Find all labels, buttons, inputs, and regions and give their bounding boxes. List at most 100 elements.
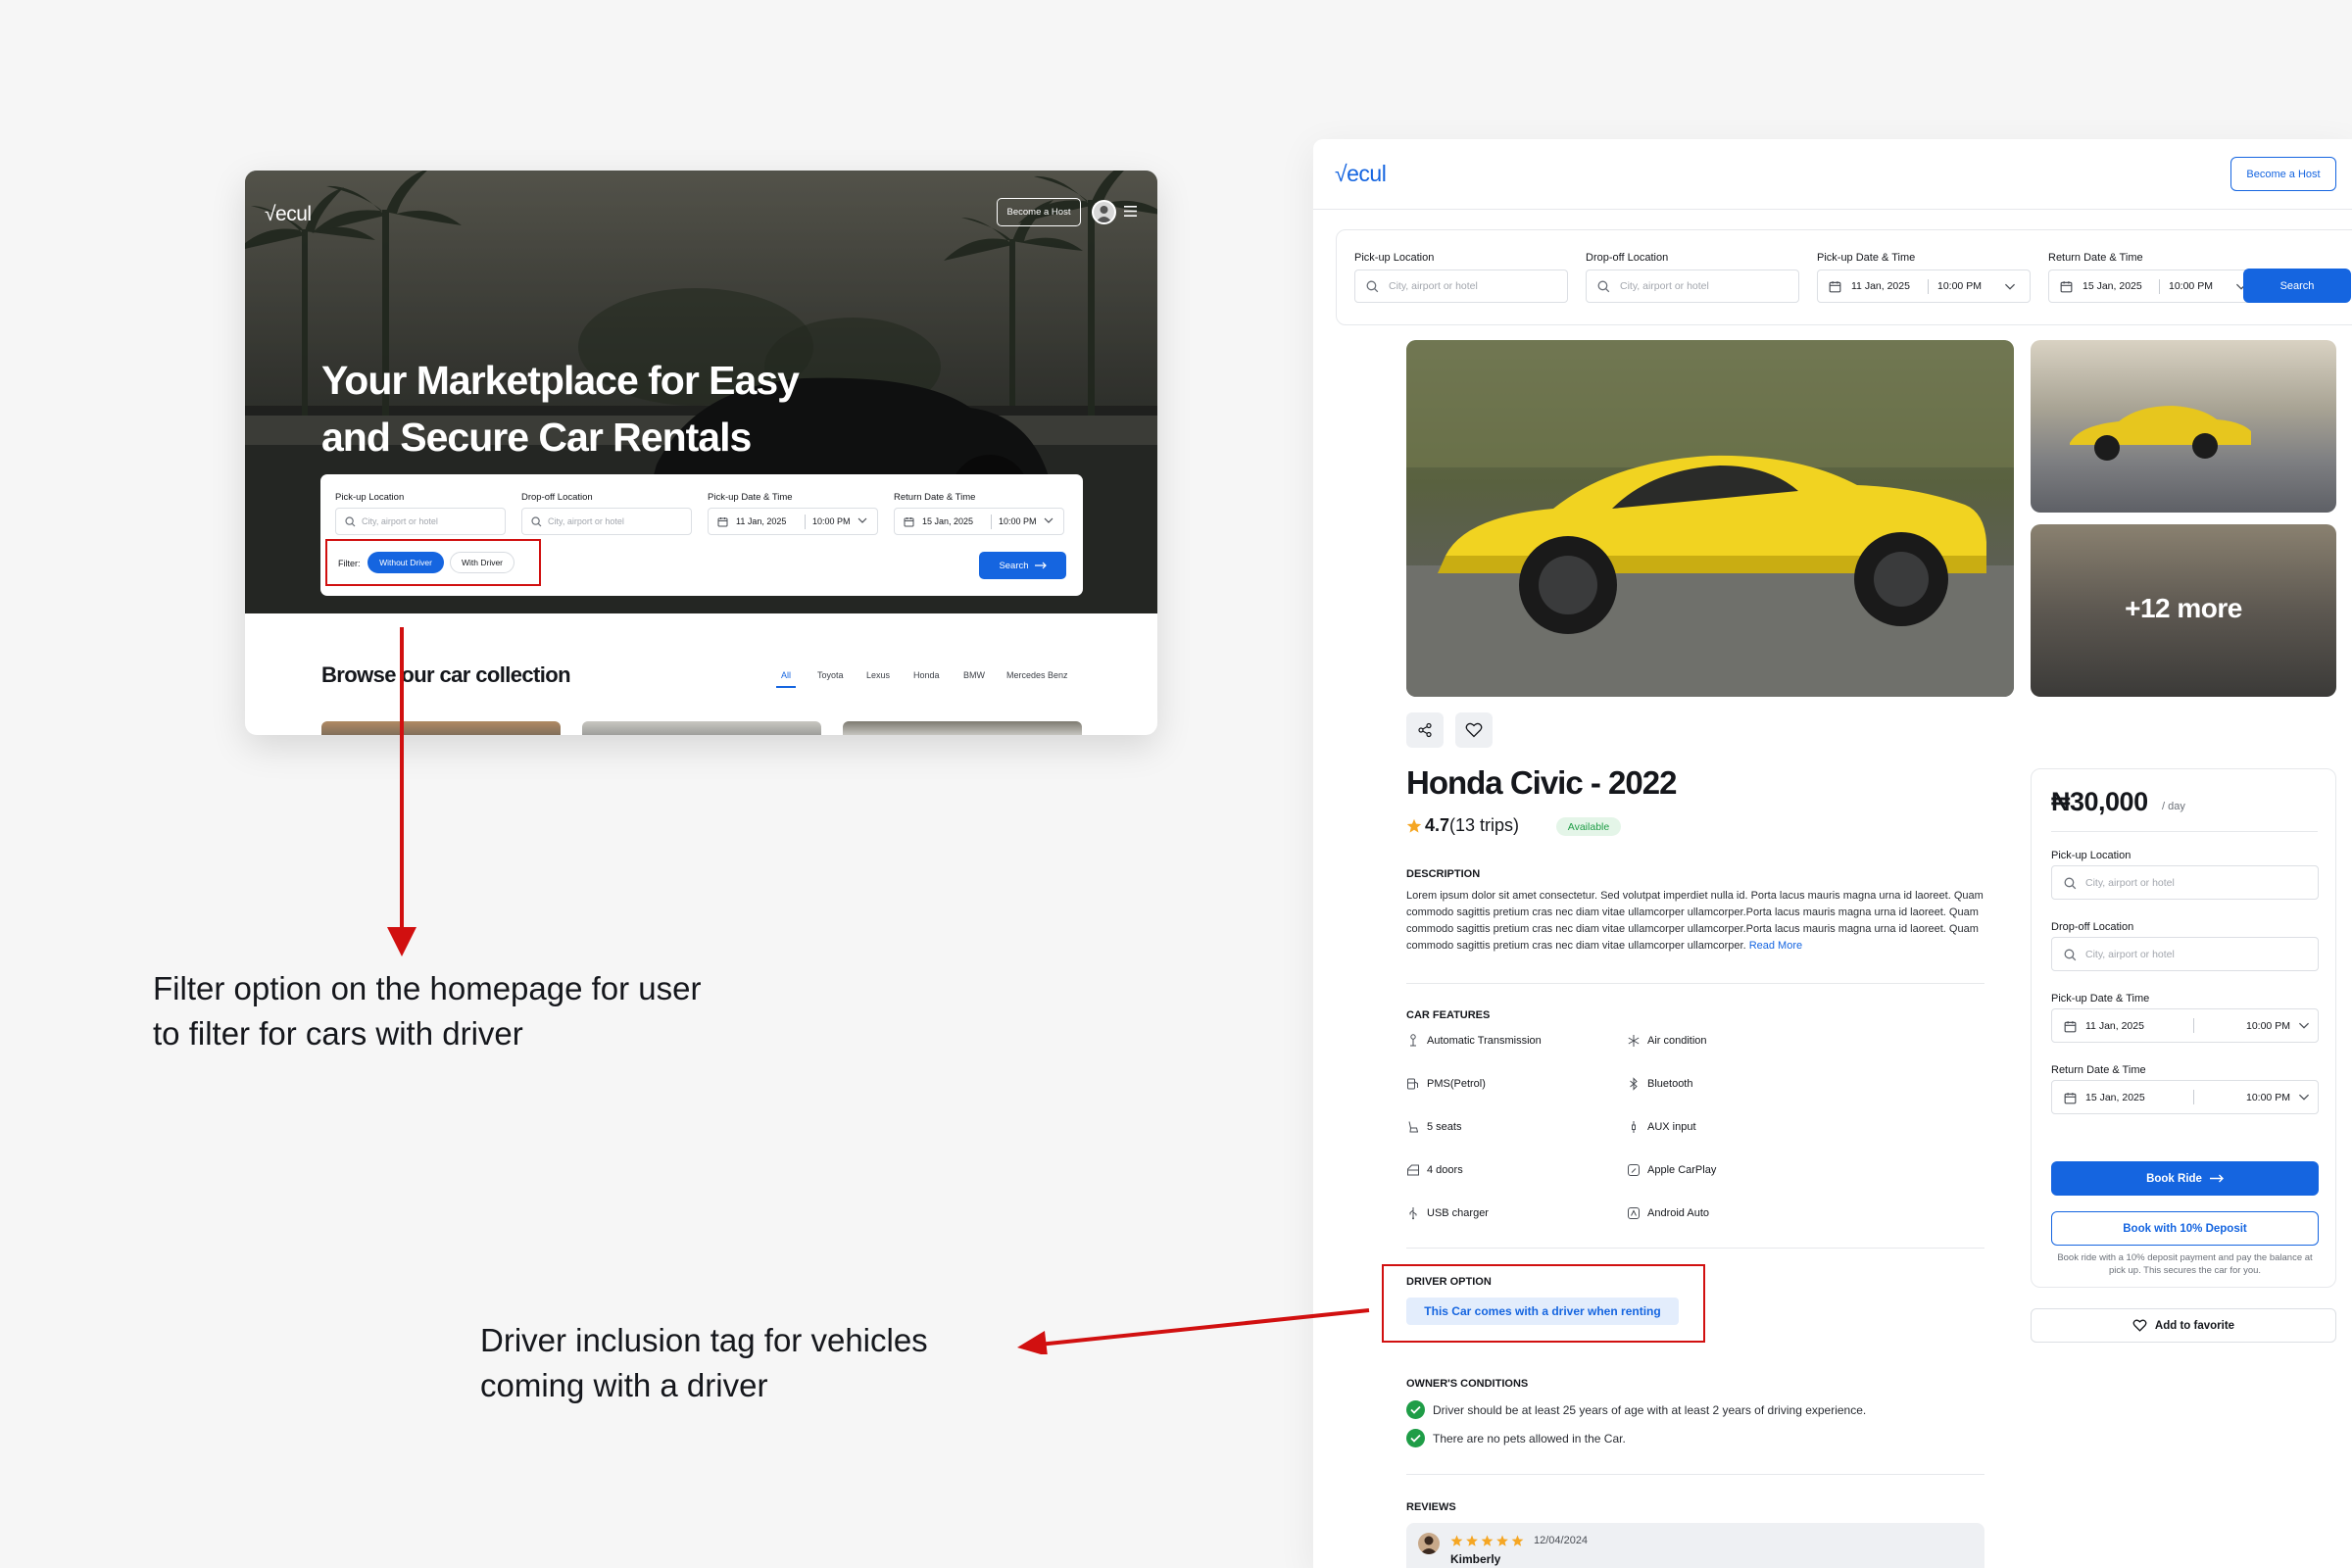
description-heading: DESCRIPTION bbox=[1406, 868, 1481, 880]
return-time: 10:00 PM bbox=[999, 516, 1037, 526]
tab-all[interactable]: All bbox=[781, 670, 791, 680]
calendar-icon bbox=[1829, 281, 1841, 293]
pickup-datetime-picker[interactable]: 11 Jan, 2025 10:00 PM bbox=[708, 508, 878, 535]
yellow-car-image bbox=[1406, 340, 2014, 697]
gear-shift-icon bbox=[1410, 1034, 1416, 1047]
feature-label: 5 seats bbox=[1427, 1121, 1462, 1133]
logo[interactable]: √ecul bbox=[1335, 161, 1387, 187]
location-placeholder: City, airport or hotel bbox=[1389, 280, 1478, 292]
search-icon bbox=[1597, 280, 1610, 293]
car-main-photo[interactable] bbox=[1406, 340, 2014, 697]
read-more-link[interactable]: Read More bbox=[1749, 940, 1802, 952]
more-photos-tile[interactable]: +12 more bbox=[2031, 524, 2336, 697]
feature-label: USB charger bbox=[1427, 1207, 1489, 1219]
section-divider bbox=[1406, 983, 1984, 984]
pickup-time: 10:00 PM bbox=[1937, 280, 1982, 292]
add-to-favorite-button[interactable]: Add to favorite bbox=[2031, 1308, 2336, 1343]
tab-mercedes-benz[interactable]: Mercedes Benz bbox=[1006, 670, 1068, 680]
pickup-location-input[interactable]: City, airport or hotel bbox=[2051, 865, 2319, 900]
driver-option-heading: DRIVER OPTION bbox=[1406, 1276, 1492, 1288]
return-datetime-picker[interactable]: 15 Jan, 2025 10:00 PM bbox=[894, 508, 1064, 535]
calendar-icon bbox=[717, 517, 728, 527]
pickup-datetime-picker[interactable]: 11 Jan, 2025 10:00 PM bbox=[2051, 1008, 2319, 1043]
fuel-pump-icon bbox=[1407, 1078, 1418, 1090]
reviews-heading: REVIEWS bbox=[1406, 1501, 1456, 1513]
tab-toyota[interactable]: Toyota bbox=[817, 670, 844, 680]
pickup-datetime-picker[interactable]: 11 Jan, 2025 10:00 PM bbox=[1817, 270, 2031, 303]
return-datetime-picker[interactable]: 15 Jan, 2025 10:00 PM bbox=[2051, 1080, 2319, 1114]
search-button[interactable]: Search bbox=[2243, 269, 2351, 303]
search-icon bbox=[345, 516, 356, 527]
car-title: Honda Civic - 2022 bbox=[1406, 764, 1677, 801]
feature-item: 5 seats bbox=[1406, 1120, 1461, 1134]
logo[interactable]: √ecul bbox=[265, 203, 312, 226]
homepage-preview: √ecul Become a Host Your Marketplace for… bbox=[245, 171, 1157, 735]
review-card: 12/04/2024 Kimberly bbox=[1406, 1523, 1984, 1568]
become-host-button[interactable]: Become a Host bbox=[997, 198, 1081, 226]
status-badge: Available bbox=[1556, 817, 1621, 836]
reviewer-avatar bbox=[1418, 1533, 1440, 1554]
chevron-down-icon bbox=[1044, 517, 1054, 523]
location-placeholder: City, airport or hotel bbox=[2085, 876, 2175, 889]
car-card-thumbnail[interactable] bbox=[321, 721, 561, 735]
feature-item: USB charger bbox=[1406, 1206, 1489, 1220]
pickup-time: 10:00 PM bbox=[2246, 1019, 2290, 1032]
hamburger-menu-icon[interactable] bbox=[1124, 206, 1137, 217]
filter-label: Filter: bbox=[338, 559, 361, 568]
location-placeholder: City, airport or hotel bbox=[2085, 948, 2175, 960]
section-divider bbox=[1406, 1474, 1984, 1475]
car-card-thumbnail[interactable] bbox=[582, 721, 821, 735]
return-time: 10:00 PM bbox=[2169, 280, 2213, 292]
check-circle-icon bbox=[1406, 1400, 1425, 1419]
become-host-button[interactable]: Become a Host bbox=[2230, 157, 2336, 191]
feature-item: Apple CarPlay bbox=[1627, 1163, 1716, 1177]
return-date: 15 Jan, 2025 bbox=[2085, 1091, 2145, 1103]
feature-label: Air condition bbox=[1647, 1035, 1707, 1047]
filter-annotation-note: Filter option on the homepage for user t… bbox=[153, 970, 702, 1052]
dropoff-location-input[interactable]: City, airport or hotel bbox=[521, 508, 692, 535]
pickup-date: 11 Jan, 2025 bbox=[1851, 280, 1910, 292]
car-card-thumbnail[interactable] bbox=[843, 721, 1082, 735]
usb-icon bbox=[1409, 1207, 1417, 1220]
search-icon bbox=[2064, 877, 2077, 890]
dropoff-location-input[interactable]: City, airport or hotel bbox=[2051, 937, 2319, 971]
dropoff-location-label: Drop-off Location bbox=[2051, 921, 2134, 933]
share-icon bbox=[1418, 722, 1432, 738]
return-datetime-picker[interactable]: 15 Jan, 2025 10:00 PM bbox=[2048, 270, 2262, 303]
price: ₦30,000 bbox=[2051, 787, 2148, 816]
rating-value: 4.7 bbox=[1425, 815, 1450, 835]
pickup-date: 11 Jan, 2025 bbox=[736, 516, 787, 526]
car-door-icon bbox=[1407, 1164, 1419, 1176]
check-circle-icon bbox=[1406, 1429, 1425, 1447]
pickup-date: 11 Jan, 2025 bbox=[2085, 1019, 2144, 1032]
search-button[interactable]: Search bbox=[979, 552, 1066, 579]
yellow-car-image bbox=[2070, 406, 2251, 461]
avatar[interactable] bbox=[1092, 200, 1116, 224]
return-date: 15 Jan, 2025 bbox=[922, 516, 974, 526]
pickup-datetime-label: Pick-up Date & Time bbox=[2051, 993, 2150, 1004]
calendar-icon bbox=[2064, 1093, 2077, 1104]
return-time: 10:00 PM bbox=[2246, 1091, 2290, 1103]
book-with-deposit-button[interactable]: Book with 10% Deposit bbox=[2051, 1211, 2319, 1246]
pickup-location-input[interactable]: City, airport or hotel bbox=[1354, 270, 1568, 303]
location-placeholder: City, airport or hotel bbox=[548, 516, 624, 526]
filter-with-driver-chip[interactable]: With Driver bbox=[450, 552, 514, 573]
tab-bmw[interactable]: BMW bbox=[963, 670, 985, 680]
description-body: Lorem ipsum dolor sit amet consectetur. … bbox=[1406, 890, 1984, 952]
review-date: 12/04/2024 bbox=[1534, 1535, 1589, 1546]
car-gallery-photo[interactable] bbox=[2031, 340, 2336, 513]
filter-without-driver-chip[interactable]: Without Driver bbox=[368, 552, 444, 573]
share-button[interactable] bbox=[1406, 712, 1444, 748]
pickup-location-input[interactable]: City, airport or hotel bbox=[335, 508, 506, 535]
dropoff-location-label: Drop-off Location bbox=[521, 492, 593, 503]
dropoff-location-input[interactable]: City, airport or hotel bbox=[1586, 270, 1799, 303]
browse-heading: Browse our car collection bbox=[321, 662, 571, 687]
feature-item: 4 doors bbox=[1406, 1163, 1463, 1177]
dropoff-location-label: Drop-off Location bbox=[1586, 252, 1669, 264]
tab-honda[interactable]: Honda bbox=[913, 670, 940, 680]
search-panel: Pick-up Location Drop-off Location Pick-… bbox=[320, 474, 1083, 596]
tab-lexus[interactable]: Lexus bbox=[866, 670, 890, 680]
favorite-button[interactable] bbox=[1455, 712, 1493, 748]
book-ride-button[interactable]: Book Ride bbox=[2051, 1161, 2319, 1196]
pickup-location-label: Pick-up Location bbox=[335, 492, 405, 503]
